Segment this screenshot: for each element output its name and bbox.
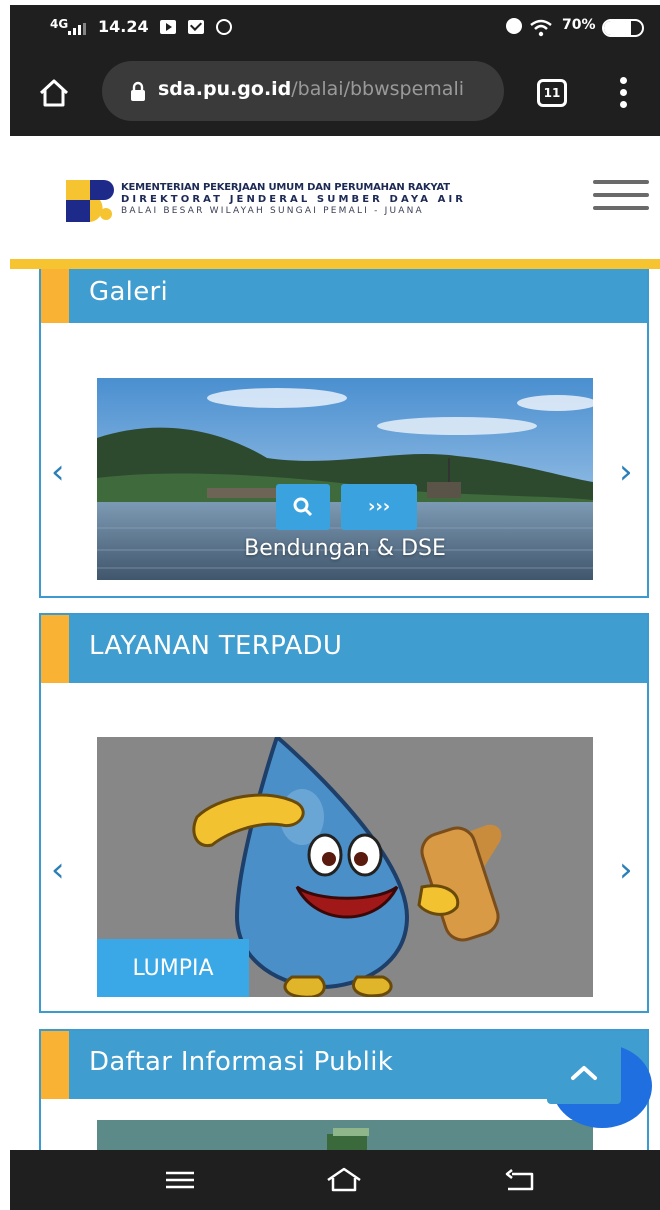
whatsapp-icon [216, 19, 232, 35]
org-balai: BALAI BESAR WILAYAH SUNGAI PEMALI - JUAN… [121, 206, 424, 216]
layanan-header: LAYANAN TERPADU [41, 615, 647, 683]
layanan-prev-arrow-icon[interactable]: ‹ [51, 853, 65, 887]
galeri-zoom-button[interactable] [276, 484, 330, 530]
section-accent [41, 1031, 69, 1099]
pupr-logo[interactable] [66, 180, 114, 222]
galeri-header: Galeri [41, 269, 647, 323]
galeri-section: Galeri ‹ › ››› Bendungan & DSE [39, 269, 649, 598]
recent-apps-icon[interactable] [160, 1164, 200, 1196]
network-type: 4G [50, 17, 69, 31]
layanan-next-arrow-icon[interactable]: › [619, 853, 633, 887]
galeri-title: Galeri [89, 277, 169, 307]
galeri-prev-arrow-icon[interactable]: ‹ [51, 455, 65, 489]
address-bar[interactable]: sda.pu.go.id/balai/bbwspemali [102, 61, 504, 121]
org-name: KEMENTERIAN PEKERJAAN UMUM DAN PERUMAHAN… [121, 182, 466, 216]
layanan-slide-label[interactable]: LUMPIA [97, 939, 249, 997]
home-nav-icon[interactable] [324, 1164, 364, 1196]
galeri-controls: ››› [276, 484, 418, 530]
section-accent [41, 615, 69, 683]
header-divider [10, 259, 660, 269]
browser-toolbar: sda.pu.go.id/balai/bbwspemali 11 [10, 50, 660, 136]
org-ministry: KEMENTERIAN PEKERJAAN UMUM DAN PERUMAHAN… [121, 182, 450, 193]
overflow-menu-icon[interactable] [620, 77, 628, 109]
wifi-icon [530, 19, 552, 41]
layanan-title: LAYANAN TERPADU [89, 631, 343, 661]
url-path: /balai/bbwspemali [291, 78, 465, 100]
home-icon[interactable] [38, 78, 70, 108]
galeri-view-button[interactable]: ››› [341, 484, 418, 530]
battery-percent: 70% [562, 17, 596, 33]
mail-icon [188, 20, 204, 34]
url-host: sda.pu.go.id [158, 78, 292, 100]
battery-icon [602, 19, 644, 37]
org-directorate: DIREKTORAT JENDERAL SUMBER DAYA AIR [121, 194, 467, 205]
alarm-icon [506, 18, 522, 34]
layanan-slide-image[interactable]: LUMPIA [97, 737, 593, 997]
scroll-to-top-button[interactable] [547, 1040, 621, 1104]
signal-icon [68, 23, 88, 35]
section-accent [41, 269, 69, 323]
daftar-title: Daftar Informasi Publik [89, 1047, 394, 1077]
galeri-slide-image[interactable]: ››› Bendungan & DSE [97, 378, 593, 580]
back-nav-icon[interactable] [500, 1164, 540, 1196]
galeri-caption: Bendungan & DSE [244, 536, 446, 561]
chevron-up-icon [571, 1066, 597, 1080]
lock-icon [131, 81, 145, 101]
url-text[interactable]: sda.pu.go.id/balai/bbwspemali [158, 78, 464, 100]
status-bar: 4G 14.24 70% [10, 5, 660, 50]
tab-switcher-button[interactable]: 11 [537, 79, 567, 107]
layanan-section: LAYANAN TERPADU ‹ › LUMPIA [39, 613, 649, 1013]
galeri-next-arrow-icon[interactable]: › [619, 455, 633, 489]
hamburger-menu-icon[interactable] [593, 180, 649, 214]
clock: 14.24 [98, 17, 149, 36]
system-nav-bar [10, 1150, 660, 1210]
site-header: KEMENTERIAN PEKERJAAN UMUM DAN PERUMAHAN… [10, 136, 660, 260]
search-icon [293, 497, 313, 517]
youtube-icon [160, 20, 176, 34]
